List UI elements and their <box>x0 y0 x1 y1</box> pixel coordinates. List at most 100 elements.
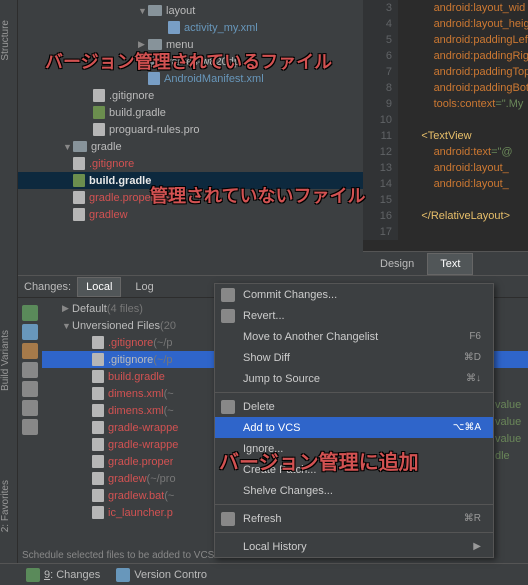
menu-label: Delete <box>243 401 275 413</box>
menu-item[interactable]: Revert... <box>215 305 493 326</box>
structure-tab[interactable]: Structure <box>0 20 11 61</box>
changelist-icon[interactable] <box>22 381 38 397</box>
left-gutter: Structure Build Variants 2: Favorites <box>0 0 18 585</box>
file-gradle-icon <box>73 174 85 187</box>
vcs-icon <box>221 288 235 302</box>
menu-item[interactable]: Delete <box>215 396 493 417</box>
menu-shortcut: ⌘R <box>464 513 481 524</box>
expand-icon[interactable] <box>22 419 38 435</box>
file-icon <box>92 353 104 366</box>
menu-label: Refresh <box>243 513 282 525</box>
file-txt-icon <box>93 89 105 102</box>
menu-label: Move to Another Changelist <box>243 331 378 343</box>
tree-label: build.gradle <box>109 107 166 119</box>
editor-bg-text: valuevaluevaluedle <box>495 397 521 465</box>
menu-label: Add to VCS <box>243 422 300 434</box>
file-icon <box>92 387 104 400</box>
menu-item[interactable]: Refresh ⌘R <box>215 508 493 529</box>
file-icon <box>92 506 104 519</box>
file-xml-icon <box>168 21 180 34</box>
menu-item[interactable]: Shelve Changes... <box>215 480 493 501</box>
annotation-add-vcs: バージョン管理に追加 <box>219 446 419 475</box>
tree-item[interactable]: activity_my.xml <box>18 19 363 36</box>
file-txt-icon <box>73 208 85 221</box>
code-editor[interactable]: 34567891011121314151617 android:layout_w… <box>363 0 528 275</box>
menu-shortcut: ▶ <box>473 541 481 552</box>
vcs-icon <box>116 568 130 582</box>
menu-label: Revert... <box>243 310 285 322</box>
folder-icon <box>148 5 162 16</box>
file-icon <box>92 489 104 502</box>
file-txt-icon <box>93 123 105 136</box>
menu-shortcut: ⌘D <box>464 352 481 363</box>
tree-item[interactable]: ▼gradle <box>18 138 363 155</box>
menu-item[interactable]: Show Diff ⌘D <box>215 347 493 368</box>
menu-item[interactable]: Jump to Source ⌘↓ <box>215 368 493 389</box>
file-icon <box>92 370 104 383</box>
x-icon <box>221 400 235 414</box>
tree-item[interactable]: ▼layout <box>18 2 363 19</box>
tab-text[interactable]: Text <box>427 253 473 275</box>
revert-icon[interactable] <box>22 343 38 359</box>
file-icon <box>92 438 104 451</box>
tree-label: activity_my.xml <box>184 22 258 34</box>
line-gutter: 34567891011121314151617 <box>363 0 398 240</box>
menu-label: Local History <box>243 541 307 553</box>
tree-item[interactable]: build.gradle <box>18 104 363 121</box>
revert-icon <box>221 309 235 323</box>
changes-tool-button[interactable]: 9: Changes <box>18 566 108 584</box>
file-icon <box>92 336 104 349</box>
changes-title: Changes: <box>24 281 71 293</box>
tree-label: build.gradle <box>89 175 151 187</box>
tree-label: layout <box>166 5 195 17</box>
menu-label: Show Diff <box>243 352 290 364</box>
project-tree[interactable]: ▼layoutactivity_my.xml▶menu▼values-w820d… <box>18 0 363 275</box>
bottom-tool-bar: 9: Changes Version Contro <box>0 563 528 585</box>
diff-icon[interactable] <box>22 362 38 378</box>
changes-toolbar <box>18 298 42 521</box>
annotation-unmanaged: 管理されていないファイル <box>150 182 365 208</box>
menu-shortcut: ⌘↓ <box>466 373 481 384</box>
tree-label: .gitignore <box>89 158 134 170</box>
folder-icon <box>73 141 87 152</box>
menu-label: Commit Changes... <box>243 289 337 301</box>
tree-label: AndroidManifest.xml <box>164 73 264 85</box>
changes-icon <box>26 568 40 582</box>
menu-item[interactable]: Add to VCS ⌥⌘A <box>215 417 493 438</box>
tab-design[interactable]: Design <box>367 253 427 275</box>
refresh-icon <box>221 512 235 526</box>
changes-tab-local[interactable]: Local <box>77 277 121 297</box>
menu-item[interactable]: Local History ▶ <box>215 536 493 557</box>
file-gradle-icon <box>93 106 105 119</box>
build-variants-tab[interactable]: Build Variants <box>0 330 11 391</box>
favorites-tab[interactable]: 2: Favorites <box>0 480 11 532</box>
menu-label: Shelve Changes... <box>243 485 333 497</box>
version-control-button[interactable]: Version Contro <box>108 566 215 584</box>
tree-item[interactable]: gradlew <box>18 206 363 223</box>
annotation-versioned: バージョン管理されているファイル <box>45 48 332 74</box>
commit-icon[interactable] <box>22 324 38 340</box>
menu-label: Jump to Source <box>243 373 320 385</box>
code-area: android:layout_wid android:layout_heig a… <box>403 0 528 224</box>
tree-item[interactable]: proguard-rules.pro <box>18 121 363 138</box>
file-icon <box>92 472 104 485</box>
file-icon <box>92 455 104 468</box>
menu-item[interactable]: Move to Another Changelist F6 <box>215 326 493 347</box>
changes-tab-log[interactable]: Log <box>127 278 161 296</box>
menu-shortcut: F6 <box>469 331 481 342</box>
editor-tabs: Design Text <box>363 251 528 275</box>
file-txt-icon <box>73 157 85 170</box>
refresh-icon[interactable] <box>22 305 38 321</box>
group-icon[interactable] <box>22 400 38 416</box>
tree-item[interactable]: .gitignore <box>18 87 363 104</box>
file-icon <box>92 404 104 417</box>
tree-label: proguard-rules.pro <box>109 124 200 136</box>
tree-item[interactable]: .gitignore <box>18 155 363 172</box>
menu-shortcut: ⌥⌘A <box>453 422 481 433</box>
menu-item[interactable]: Commit Changes... <box>215 284 493 305</box>
tree-label: gradlew <box>89 209 128 221</box>
file-txt-icon <box>73 191 85 204</box>
tree-label: gradle <box>91 141 122 153</box>
file-icon <box>92 421 104 434</box>
context-menu: Commit Changes... Revert... Move to Anothe… <box>214 283 494 558</box>
